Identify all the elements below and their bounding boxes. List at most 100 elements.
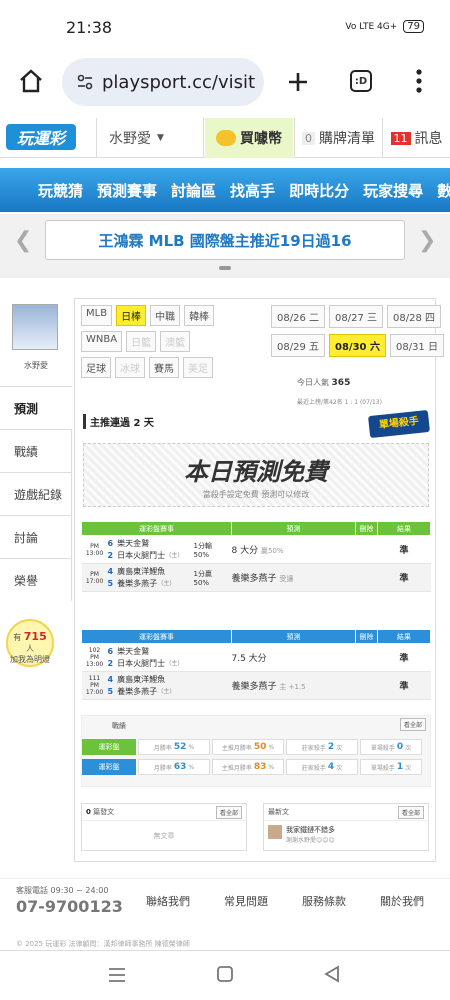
home-icon[interactable]	[18, 68, 44, 94]
table-header: 運彩盤賽事	[81, 521, 232, 536]
sidebar-item-predict[interactable]: 預測	[0, 386, 72, 429]
messages-label: 訊息	[414, 131, 443, 147]
articles-view-all-button[interactable]: 看全部	[215, 806, 242, 819]
league-soccer[interactable]: 足球	[81, 357, 111, 378]
nav-item-player-search[interactable]: 玩家搜尋	[363, 180, 423, 201]
date-0826[interactable]: 08/26 二	[271, 305, 325, 328]
profile-username: 水野愛	[24, 361, 48, 370]
cart-button[interactable]: 0 購牌清單	[294, 118, 382, 158]
headline-text[interactable]: 王鴻霖 MLB 國際盤主推近19日過16	[45, 220, 405, 260]
new-tab-icon[interactable]	[286, 70, 310, 94]
single-killer-cell: 單場殺手 1 次	[360, 759, 422, 775]
date-0828[interactable]: 08/28 四	[387, 305, 441, 328]
value: 52	[173, 742, 187, 752]
nav-item-experts[interactable]: 找高手	[230, 180, 275, 201]
tab-switcher-button[interactable]: :D	[350, 70, 372, 92]
user-name: 水野愛	[109, 131, 151, 147]
pick-cell: 7.5 大分	[231, 643, 356, 672]
articles-label: 篇發文	[93, 808, 115, 816]
home-nav-icon[interactable]	[216, 965, 234, 983]
nav-item-data[interactable]: 數據	[437, 180, 450, 201]
result-cell: 準	[377, 563, 431, 592]
league-cpbl[interactable]: 中職	[150, 305, 181, 326]
latest-box: 最新文 看全部 我家鐵鏈不錯多 謝謝水野愛😊😊😊	[263, 803, 429, 851]
league-kbo[interactable]: 韓棒	[184, 305, 215, 326]
main-win-cell: 主推月勝率 50%	[212, 739, 284, 755]
back-icon[interactable]	[324, 965, 340, 983]
unit: 次	[405, 744, 412, 752]
browser-toolbar: playsport.cc/visit :D	[0, 52, 450, 114]
articles-empty: 無文章	[153, 832, 175, 840]
latest-post[interactable]: 我家鐵鏈不錯多 謝謝水野愛😊😊😊	[264, 821, 428, 848]
label: 莊家殺手	[301, 764, 326, 772]
nav-item-forum[interactable]: 討論區	[171, 180, 216, 201]
game-time: PM 13:00	[85, 654, 104, 668]
team-score: 4	[107, 566, 114, 576]
pick-text: 養樂多燕子	[231, 682, 277, 692]
sidebar-item-discuss[interactable]: 討論	[0, 515, 72, 558]
popularity-value: 365	[331, 378, 351, 388]
league-mlb[interactable]: MLB	[81, 305, 113, 326]
team-name: 日本火腿鬥士	[117, 658, 166, 668]
month-win-cell: 月勝率 63%	[138, 759, 210, 775]
label: 莊家殺手	[301, 744, 326, 752]
month-win-cell: 月勝率 52%	[138, 739, 210, 755]
nav-item-predict[interactable]: 預測賽事	[97, 180, 157, 201]
date-0827[interactable]: 08/27 三	[329, 305, 383, 328]
table-header: 預測	[231, 629, 356, 644]
footer-link-terms[interactable]: 服務條款	[302, 893, 346, 909]
date-0829[interactable]: 08/29 五	[271, 334, 325, 357]
delete-cell	[355, 671, 378, 700]
sidebar-item-record[interactable]: 戰績	[0, 429, 72, 472]
value: 4	[327, 762, 335, 772]
record-tag: 運彩盤	[82, 739, 136, 755]
league-npb[interactable]: 日棒	[116, 305, 147, 326]
site-logo[interactable]: 玩運彩	[6, 124, 76, 150]
record-summary: 戰績 看全部 運彩盤 月勝率 52% 主推月勝率 50% 莊家殺手 2 次 單場殺手 0 次…	[81, 715, 431, 787]
latest-view-all-button[interactable]: 看全部	[397, 806, 424, 819]
record-title: 戰績	[112, 722, 126, 730]
label: 主推月勝率	[221, 764, 252, 772]
buy-coin-button[interactable]: 買噱幣	[205, 118, 293, 158]
league-horse[interactable]: 賽馬	[149, 357, 179, 378]
date-0831[interactable]: 08/31 日	[389, 334, 444, 357]
light-bulb-button[interactable]: 有 715 人 加我為明燈	[6, 619, 54, 667]
popularity-label: 今日人氣	[297, 378, 329, 387]
sidebar-item-honor[interactable]: 榮譽	[0, 558, 72, 601]
date-0830[interactable]: 08/30 六	[329, 334, 386, 357]
footer-link-about[interactable]: 關於我們	[380, 893, 424, 909]
message-count-badge: 11	[390, 131, 411, 145]
footer-link-faq[interactable]: 常見問題	[224, 893, 268, 909]
dealer-killer-cell: 莊家殺手 4 次	[286, 759, 358, 775]
home-mark: (主)	[161, 687, 172, 695]
hotline-phone[interactable]: 07-9700123	[16, 897, 123, 916]
url-text[interactable]: playsport.cc/visit	[102, 72, 255, 93]
footer-link-contact[interactable]: 聯絡我們	[146, 893, 190, 909]
single-killer-cell: 單場殺手 0 次	[360, 739, 422, 755]
site-settings-icon[interactable]	[76, 73, 94, 91]
sidebar-item-game-log[interactable]: 遊戲紀錄	[0, 472, 72, 515]
nav-item-livescore[interactable]: 即時比分	[289, 180, 349, 201]
value: 2	[327, 742, 335, 752]
prediction-table-2: 運彩盤賽事 預測 刪除 結果 102 PM 13:00 6 樂天金鷲 2 日本火腿鬥士…	[81, 629, 431, 700]
chevron-right-icon[interactable]: ❯	[418, 228, 436, 253]
pick-text: 7.5 大分	[231, 654, 267, 664]
nav-item-game[interactable]: 玩競猜	[38, 180, 83, 201]
table-row: PM 13:00 6 樂天金鷲 2 日本火腿鬥士 (主) 1分輸 50% 8 大分 贏5…	[81, 535, 431, 564]
more-menu-icon[interactable]	[414, 68, 424, 94]
footer-links: 聯絡我們 常見問題 服務條款 關於我們	[146, 893, 424, 909]
delete-cell	[355, 563, 378, 592]
messages-button[interactable]: 11 訊息	[382, 118, 450, 158]
record-view-all-button[interactable]: 看全部	[399, 718, 426, 731]
avatar[interactable]	[12, 304, 58, 350]
league-wnba[interactable]: WNBA	[81, 331, 123, 352]
home-mark: (主)	[169, 551, 180, 559]
chevron-left-icon[interactable]: ❮	[14, 228, 32, 253]
address-bar[interactable]: playsport.cc/visit	[62, 58, 264, 106]
bulb-count: 715	[23, 630, 47, 643]
recents-icon[interactable]	[108, 967, 126, 983]
user-dropdown[interactable]: 水野愛 ▼	[96, 118, 204, 158]
streak-text: 主推連過 2 天	[83, 414, 154, 429]
team-score: 6	[107, 538, 114, 548]
team-name: 養樂多燕子	[117, 686, 158, 696]
